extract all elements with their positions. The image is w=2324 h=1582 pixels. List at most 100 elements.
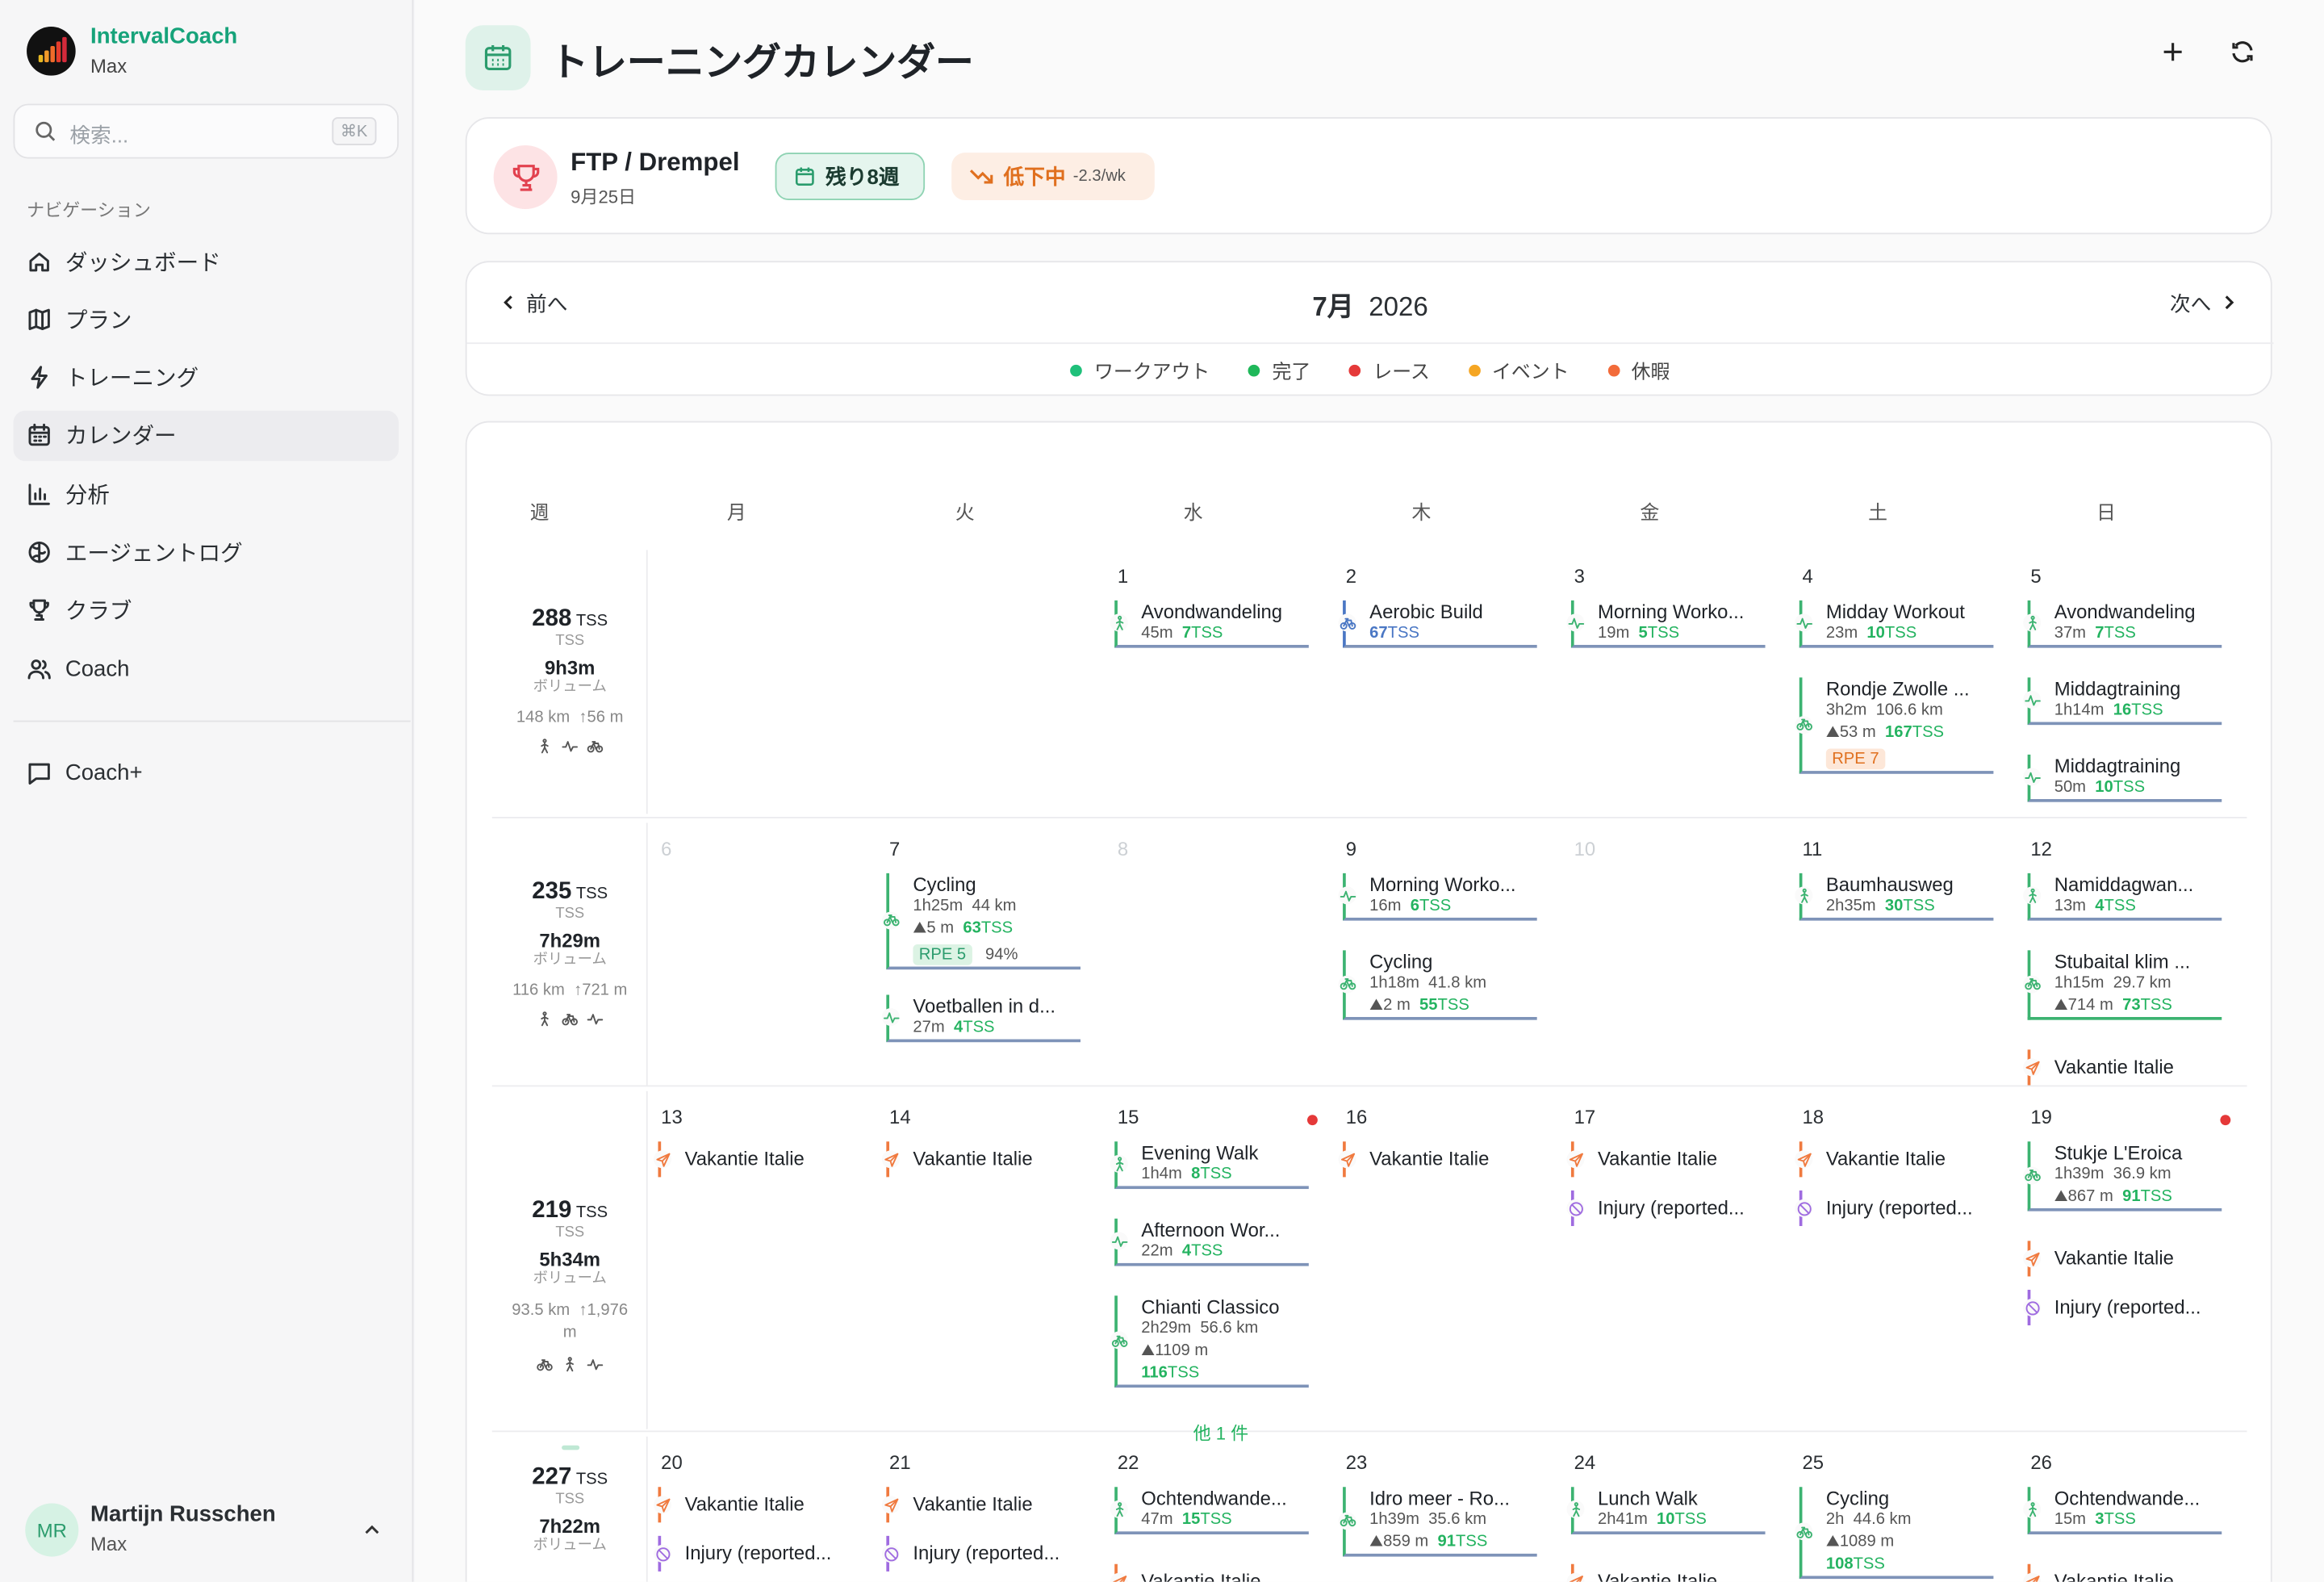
injury-event[interactable]: Injury (reported...	[1795, 1190, 1994, 1226]
refresh-icon[interactable]	[2229, 39, 2255, 73]
users-icon	[27, 656, 65, 681]
day-number[interactable]: 24	[1574, 1451, 1596, 1474]
sidebar-item-coach-plus[interactable]: Coach+	[14, 747, 399, 797]
vacation-event[interactable]: Vakantie Italie	[2023, 1049, 2222, 1086]
pulse-icon	[1795, 613, 1813, 632]
workout-event[interactable]: Middagtraining 50m 10TSS	[2023, 754, 2222, 802]
sidebar-item-0[interactable]: ダッシュボード	[14, 236, 399, 286]
vacation-event[interactable]: Vakantie Italie	[1338, 1141, 1537, 1178]
workout-event[interactable]: Morning Worko... 16m 6TSS	[1338, 873, 1537, 921]
workout-event[interactable]: Namiddagwan... 13m 4TSS	[2023, 873, 2222, 921]
vacation-event[interactable]: Vakantie Italie	[653, 1141, 853, 1178]
app-logo[interactable]	[27, 27, 76, 76]
workout-event[interactable]: Ochtendwande... 47m 15TSS	[1110, 1487, 1309, 1535]
workout-event[interactable]: Afternoon Wor... 22m 4TSS	[1110, 1218, 1309, 1266]
day-number[interactable]: 2	[1346, 565, 1356, 588]
day-number[interactable]: 22	[1118, 1451, 1139, 1474]
injury-event[interactable]: Injury (reported...	[2023, 1289, 2222, 1326]
walk-icon	[2023, 886, 2042, 905]
day-number[interactable]: 12	[2030, 838, 2052, 860]
day-number[interactable]: 26	[2030, 1451, 2052, 1474]
day-number[interactable]: 3	[1574, 565, 1585, 588]
sidebar-item-6[interactable]: クラブ	[14, 585, 399, 635]
sidebar-item-4[interactable]: 分析	[14, 469, 399, 519]
workout-event[interactable]: Aerobic Build 67TSS	[1338, 600, 1537, 648]
day-number[interactable]: 17	[1574, 1106, 1596, 1128]
injury-event[interactable]: Injury (reported...	[881, 1535, 1080, 1572]
workout-event[interactable]: Lunch Walk 2h41m 10TSS	[1566, 1487, 1766, 1535]
week-tss: 227 TSS	[532, 1464, 608, 1490]
ban-icon	[881, 1544, 900, 1563]
workout-event[interactable]: Stubaital klim ... 1h15m 29.7 km ⛰714 m 73…	[2023, 950, 2222, 1020]
day-number[interactable]: 7	[889, 838, 900, 860]
day-number[interactable]: 25	[1802, 1451, 1824, 1474]
vacation-event[interactable]: Vakantie Italie	[881, 1141, 1080, 1178]
vacation-event[interactable]: Vakantie Italie	[2023, 1563, 2222, 1582]
workout-event[interactable]: Baumhausweg 2h35m 30TSS	[1795, 873, 1994, 921]
event-title: Injury (reported...	[2054, 1295, 2201, 1318]
day-number[interactable]: 23	[1346, 1451, 1368, 1474]
workout-event[interactable]: Morning Worko... 19m 5TSS	[1566, 600, 1766, 648]
vacation-event[interactable]: Vakantie Italie	[653, 1487, 853, 1523]
workout-event[interactable]: Middagtraining 1h14m 16TSS	[2023, 677, 2222, 726]
sidebar-item-1[interactable]: プラン	[14, 294, 399, 344]
day-number[interactable]: 20	[661, 1451, 683, 1474]
avatar[interactable]: MR	[25, 1503, 79, 1557]
pulse-icon	[1110, 1232, 1128, 1250]
injury-event[interactable]: Injury (reported...	[653, 1535, 853, 1572]
workout-event[interactable]: Ochtendwande... 15m 3TSS	[2023, 1487, 2222, 1535]
injury-event[interactable]: Injury (reported...	[1566, 1190, 1766, 1226]
add-button[interactable]	[2159, 39, 2186, 73]
sidebar-divider	[13, 720, 411, 722]
day-number[interactable]: 19	[2030, 1106, 2052, 1128]
workout-event[interactable]: Cycling 1h25m 44 km ⛰5 m 63TSS RPE 5 94%	[881, 873, 1080, 970]
day-number[interactable]: 14	[889, 1106, 911, 1128]
sidebar-item-5[interactable]: エージェントログ	[14, 527, 399, 577]
chevron-up-icon[interactable]	[362, 1520, 382, 1548]
day-number[interactable]: 18	[1802, 1106, 1824, 1128]
sidebar-item-3[interactable]: カレンダー	[13, 410, 399, 462]
day-number[interactable]: 10	[1574, 838, 1596, 860]
day-number[interactable]: 5	[2030, 565, 2041, 588]
workout-event[interactable]: Evening Walk 1h4m 8TSS	[1110, 1141, 1309, 1190]
next-month-button[interactable]: 次へ	[2170, 289, 2238, 319]
walk-icon	[2023, 1500, 2042, 1518]
vacation-event[interactable]: Vakantie Italie	[1566, 1563, 1766, 1582]
sidebar-item-label: エージェントログ	[65, 541, 243, 567]
workout-event[interactable]: Cycling 1h18m 41.8 km ⛰2 m 55TSS	[1338, 950, 1537, 1020]
vacation-event[interactable]: Vakantie Italie	[2023, 1241, 2222, 1277]
day-number[interactable]: 13	[661, 1106, 683, 1128]
day-number[interactable]: 11	[1802, 838, 1822, 860]
workout-event[interactable]: Avondwandeling 37m 7TSS	[2023, 600, 2222, 648]
day-number[interactable]: 9	[1346, 838, 1356, 860]
more-events-link[interactable]: 他 1 件	[1193, 1421, 1249, 1446]
workout-event[interactable]: Cycling 2h 44.6 km ⛰1089 m 108TSS	[1795, 1487, 1994, 1580]
workout-event[interactable]: Voetballen in d... 27m 4TSS	[881, 994, 1080, 1043]
day-number[interactable]: 1	[1118, 565, 1128, 588]
day-number[interactable]: 15	[1118, 1106, 1139, 1128]
goal-card[interactable]: FTP / Drempel 9月25日 残り8週 低下中 -2.3/wk	[465, 117, 2272, 235]
day-number[interactable]: 21	[889, 1451, 911, 1474]
workout-event[interactable]: Stukje L'Eroica 1h39m 36.9 km ⛰867 m 91TSS	[2023, 1141, 2222, 1212]
workout-event[interactable]: Chianti Classico 2h29m 56.6 km ⛰1109 m 116T…	[1110, 1295, 1309, 1388]
day-number[interactable]: 16	[1346, 1106, 1368, 1128]
sidebar-item-2[interactable]: トレーニング	[14, 352, 399, 402]
search-input[interactable]: 検索... ⌘K	[13, 103, 399, 159]
workout-event[interactable]: Midday Workout 23m 10TSS	[1795, 600, 1994, 648]
ban-icon	[1795, 1199, 1813, 1217]
workout-event[interactable]: Rondje Zwolle ... 3h2m 106.6 km ⛰53 m 167T…	[1795, 677, 1994, 774]
pulse-icon	[1338, 886, 1356, 905]
day-number[interactable]: 8	[1118, 838, 1128, 860]
legend-dot	[1070, 363, 1083, 376]
sidebar-item-7[interactable]: Coach	[14, 643, 399, 693]
day-number[interactable]: 6	[661, 838, 671, 860]
vacation-event[interactable]: Vakantie Italie	[1795, 1141, 1994, 1178]
vacation-event[interactable]: Vakantie Italie	[1566, 1141, 1766, 1178]
vacation-event[interactable]: Vakantie Italie	[881, 1487, 1080, 1523]
workout-event[interactable]: Idro meer - Ro... 1h39m 35.6 km ⛰859 m 91T…	[1338, 1487, 1537, 1557]
vacation-event[interactable]: Vakantie Italie	[1110, 1563, 1309, 1582]
plane-icon	[1110, 1572, 1128, 1582]
workout-event[interactable]: Avondwandeling 45m 7TSS	[1110, 600, 1309, 648]
pulse-icon	[587, 1354, 604, 1380]
day-number[interactable]: 4	[1802, 565, 1812, 588]
